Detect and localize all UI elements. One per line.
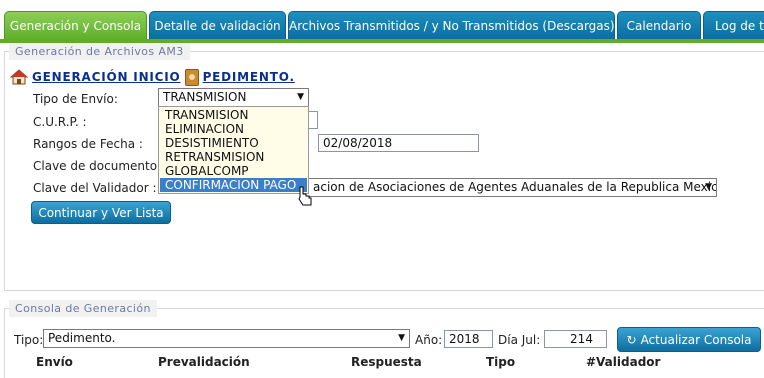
tipo-envio-value: TRANSMISION <box>163 90 247 104</box>
tipo-envio-select[interactable]: TRANSMISION ▼ <box>158 88 309 107</box>
heading-start-link[interactable]: GENERACIÓN INICIO <box>32 70 181 84</box>
clave-validador-select[interactable]: acion de Asociaciones de Agentes Aduanal… <box>300 178 717 197</box>
actualizar-consola-button[interactable]: ↻ Actualizar Consola <box>617 327 761 352</box>
tab-calendario[interactable]: Calendario <box>617 11 701 40</box>
column-header-respuesta: Respuesta <box>351 355 422 369</box>
mouse-cursor-icon <box>298 186 312 206</box>
tipo-envio-dropdown: TRANSMISION ELIMINACION DESISTIMIENTO RE… <box>158 106 309 194</box>
curp-label: C.U.R.P. : <box>33 115 87 129</box>
column-header-validador: #Validador <box>586 355 661 369</box>
refresh-icon: ↻ <box>626 333 637 347</box>
fecha-fin-input[interactable]: 02/08/2018 <box>318 134 479 152</box>
dia-juliano-label: Día Jul: <box>498 333 541 347</box>
rangos-fecha-label: Rangos de Fecha : <box>33 137 143 151</box>
dia-juliano-input[interactable]: 214 <box>544 330 607 348</box>
tab-bar: Generación y Consola Detalle de validaci… <box>0 0 764 43</box>
actualizar-consola-label: Actualizar Consola <box>640 333 752 347</box>
tipo-select[interactable]: Pedimento. ▼ <box>43 329 410 348</box>
tab-archivos-transmitidos[interactable]: Archivos Transmitidos / y No Transmitido… <box>288 11 615 40</box>
tipo-label: Tipo: <box>14 333 44 347</box>
option-confirmacion-pago[interactable]: CONFIRMACION PAGO <box>160 178 307 192</box>
option-retransmision[interactable]: RETRANSMISION <box>159 150 308 164</box>
console-legend: Consola de Generación <box>9 300 157 317</box>
anio-label: Año: <box>415 333 443 347</box>
tipo-envio-label: Tipo de Envío: <box>33 92 118 106</box>
tab-generacion-consola[interactable]: Generación y Consola <box>4 11 147 40</box>
tipo-value: Pedimento. <box>48 331 116 345</box>
tab-detalle-validacion[interactable]: Detalle de validación <box>149 11 286 40</box>
chevron-down-icon: ▼ <box>297 92 304 102</box>
clave-validador-value: acion de Asociaciones de Agentes Aduanal… <box>313 180 717 194</box>
chevron-down-icon: ▼ <box>398 333 405 343</box>
anio-input[interactable]: 2018 <box>444 330 493 348</box>
clave-validador-label: Clave del Validador : <box>33 181 157 195</box>
column-header-tipo: Tipo <box>486 355 516 369</box>
generation-heading: GENERACIÓN INICIO PEDIMENTO. <box>9 67 295 87</box>
clave-documento-label: Clave de documento : <box>33 159 165 173</box>
column-header-envio: Envío <box>36 355 73 369</box>
option-transmision[interactable]: TRANSMISION <box>159 108 308 122</box>
option-desistimiento[interactable]: DESISTIMIENTO <box>159 136 308 150</box>
option-globalcomp[interactable]: GLOBALCOMP <box>159 164 308 178</box>
continuar-ver-lista-button[interactable]: Continuar y Ver Lista <box>31 201 171 224</box>
column-header-prevalidacion: Prevalidación <box>158 355 250 369</box>
home-icon[interactable] <box>9 69 29 85</box>
generation-legend: Generación de Archivos AM3 <box>9 43 190 60</box>
document-icon[interactable] <box>184 68 199 86</box>
heading-end-link[interactable]: PEDIMENTO. <box>203 70 295 84</box>
option-eliminacion[interactable]: ELIMINACION <box>159 122 308 136</box>
chevron-down-icon: ▼ <box>705 182 712 192</box>
tab-log[interactable]: Log de tr <box>703 11 764 40</box>
